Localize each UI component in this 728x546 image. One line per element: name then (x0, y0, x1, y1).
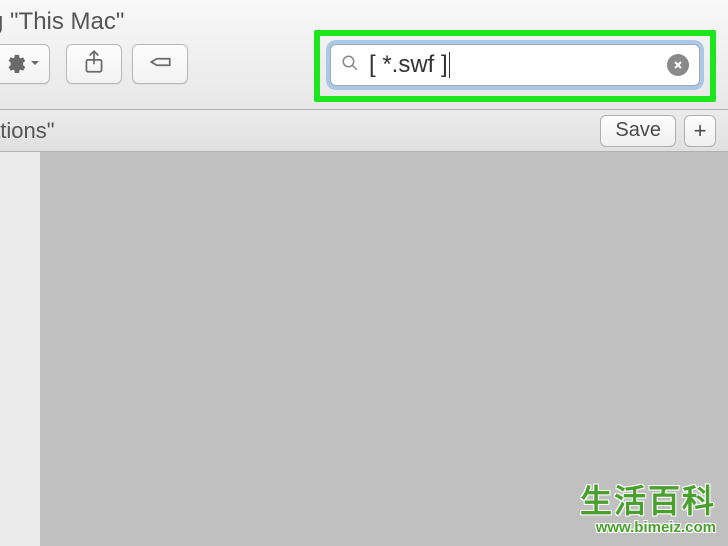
search-input[interactable]: [ *.swf ] (330, 44, 700, 86)
finder-toolbar: g "This Mac" [ *.swf (0, 0, 728, 110)
search-field-wrapper: [ *.swf ] (330, 44, 700, 86)
share-button[interactable] (66, 44, 122, 84)
window-title-fragment: g "This Mac" (0, 8, 124, 36)
toolbar-buttons (0, 44, 188, 84)
scope-label-fragment: ations" (0, 118, 55, 144)
watermark: 生活百科 www.bimeiz.com (580, 485, 716, 536)
text-cursor (449, 52, 450, 78)
share-icon (81, 49, 107, 80)
search-scope-bar: ations" Save + (0, 110, 728, 152)
action-menu-button[interactable] (0, 44, 50, 84)
add-criteria-button[interactable]: + (684, 115, 716, 147)
search-icon (341, 54, 359, 77)
tags-button[interactable] (132, 44, 188, 84)
search-value: [ *.swf ] (369, 51, 667, 79)
tag-icon (147, 49, 173, 80)
sidebar-sliver (0, 152, 41, 546)
watermark-text: 生活百科 (580, 485, 716, 517)
gear-icon (4, 53, 26, 75)
save-search-button[interactable]: Save (600, 115, 676, 147)
chevron-down-icon (30, 55, 40, 73)
watermark-url: www.bimeiz.com (580, 519, 716, 536)
clear-search-button[interactable] (667, 54, 689, 76)
